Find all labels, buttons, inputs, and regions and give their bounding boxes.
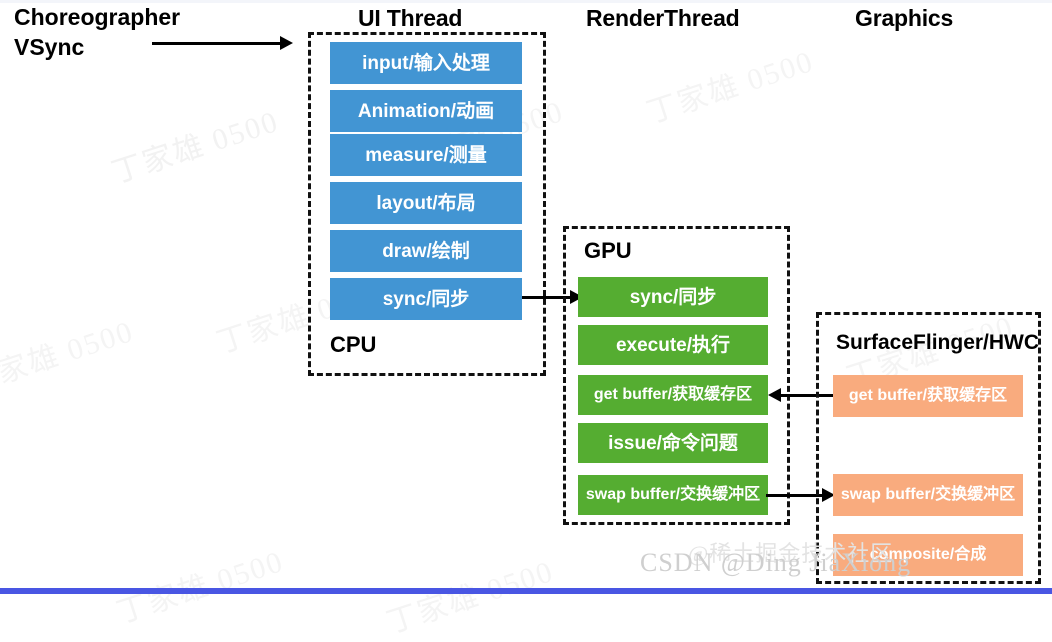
ui-step-measure[interactable]: measure/测量 <box>330 134 522 176</box>
gpu-step-execute-label: execute/执行 <box>615 334 731 356</box>
gpu-label: GPU <box>584 238 632 263</box>
ui-step-draw[interactable]: draw/绘制 <box>330 230 522 272</box>
sf-step-swap-buffer[interactable]: swap buffer/交换缓冲区 <box>833 474 1023 516</box>
vsync-to-ui-arrow-line <box>152 42 282 45</box>
gpu-step-execute[interactable]: execute/执行 <box>578 325 768 365</box>
ui-thread-header: UI Thread <box>358 5 463 31</box>
gpu-step-sync[interactable]: sync/同步 <box>578 277 768 317</box>
watermark-tile: 丁家雄 0500 <box>642 44 818 130</box>
gpu-step-swap-buffer-label: swap buffer/交换缓冲区 <box>585 486 761 503</box>
surfaceflinger-label: SurfaceFlinger/HWC <box>836 331 1040 354</box>
sf-step-swap-buffer-label: swap buffer/交换缓冲区 <box>840 486 1016 503</box>
vsync-label: VSync <box>14 34 85 60</box>
choreographer-vsync-header: Choreographer VSync <box>14 2 180 62</box>
ui-step-measure-label: measure/测量 <box>365 144 487 166</box>
ui-step-layout-label: layout/布局 <box>376 192 476 214</box>
watermark-tile: 丁家雄 0500 <box>107 104 283 190</box>
cpu-label: CPU <box>330 332 377 357</box>
sf-step-get-buffer-label: get buffer/获取缓存区 <box>848 387 1008 404</box>
ui-step-draw-label: draw/绘制 <box>382 240 470 262</box>
bottom-accent-bar <box>0 588 1052 594</box>
gpu-step-get-buffer-label: get buffer/获取缓存区 <box>593 386 753 403</box>
gpu-step-issue[interactable]: issue/命令问题 <box>578 423 768 463</box>
gpu-step-issue-label: issue/命令问题 <box>608 432 738 454</box>
ui-step-animation[interactable]: Animation/动画 <box>330 90 522 132</box>
sf-to-gpu-getbuffer-arrow-head <box>768 388 781 402</box>
gpu-step-swap-buffer[interactable]: swap buffer/交换缓冲区 <box>578 475 768 515</box>
sf-step-composite[interactable]: composite/合成 <box>833 534 1023 576</box>
ui-step-layout[interactable]: layout/布局 <box>330 182 522 224</box>
watermark-tile: 丁家雄 0500 <box>0 314 138 400</box>
render-thread-header: RenderThread <box>586 5 740 31</box>
ui-step-sync-label: sync/同步 <box>382 288 470 310</box>
gpu-step-sync-label: sync/同步 <box>629 286 717 308</box>
ui-step-animation-label: Animation/动画 <box>357 100 495 122</box>
graphics-header: Graphics <box>855 5 954 31</box>
vsync-to-ui-arrow-head <box>280 36 293 50</box>
gpu-step-get-buffer[interactable]: get buffer/获取缓存区 <box>578 375 768 415</box>
ui-step-input-label: input/输入处理 <box>362 52 490 74</box>
sf-step-get-buffer[interactable]: get buffer/获取缓存区 <box>833 375 1023 417</box>
sf-step-composite-label: composite/合成 <box>869 546 987 563</box>
choreographer-label: Choreographer <box>14 4 181 30</box>
diagram-canvas: 丁家雄 0500 丁家雄 0500 丁家雄 0500 丁家雄 0500 丁家雄 … <box>0 0 1052 640</box>
watermark-tile: 丁家雄 0500 <box>112 544 288 630</box>
watermark-tile: 丁家雄 0500 <box>382 554 558 640</box>
ui-step-input[interactable]: input/输入处理 <box>330 42 522 84</box>
ui-step-sync[interactable]: sync/同步 <box>330 278 522 320</box>
